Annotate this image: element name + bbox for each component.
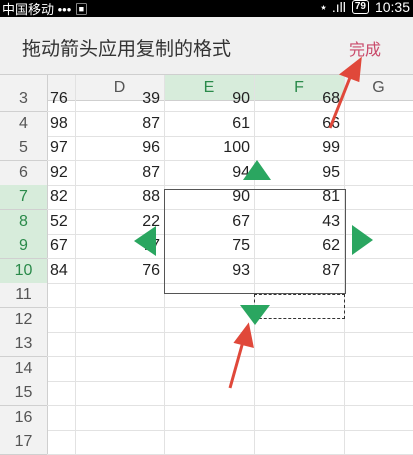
red-arrow-to-done [328, 56, 362, 129]
red-annotation-arrows [228, 56, 362, 389]
red-arrow-to-down [228, 322, 254, 389]
